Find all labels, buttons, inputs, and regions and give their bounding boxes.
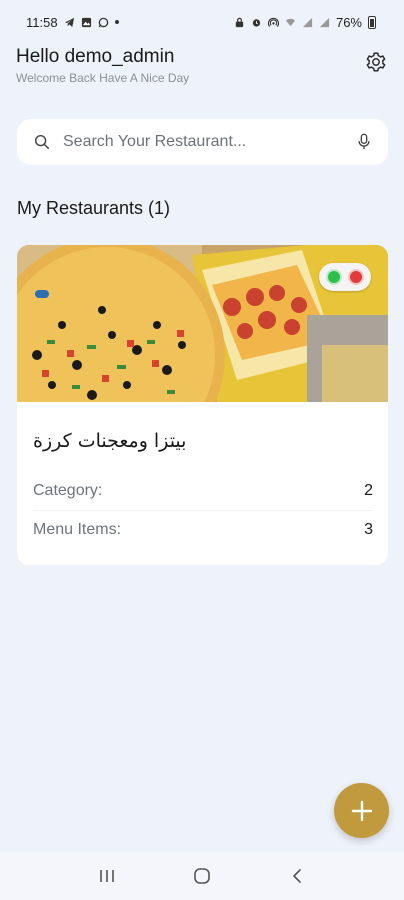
recents-button[interactable] [87,861,127,891]
divider [33,510,373,511]
notification-dot-icon [114,20,119,24]
home-icon [194,868,210,884]
restaurant-card[interactable]: بيتزا ومعجنات كرزة Category: 2 Menu Item… [17,245,388,565]
category-value: 2 [364,482,373,499]
alarm-icon [252,18,261,27]
back-button[interactable] [277,861,317,891]
back-icon [292,869,301,883]
active-dot-icon [326,269,342,285]
gear-icon [366,52,386,72]
recents-icon [100,870,115,882]
lock-icon [235,17,244,27]
hotspot-icon [267,17,279,27]
category-row: Category: 2 [33,482,373,500]
inactive-dot-icon [348,269,364,285]
telegram-icon [64,17,74,27]
status-time: 11:58 [26,14,58,30]
search-icon [34,134,50,150]
wifi-icon [285,18,296,26]
status-left: 11:58 [26,15,119,30]
battery-percent: 76% [335,14,362,30]
greeting-title: Hello demo_admin [16,46,175,67]
gallery-icon [81,17,91,27]
category-label: Category: [33,482,103,499]
search-bar[interactable] [17,119,388,165]
whatsapp-icon [98,17,108,27]
greeting-subtitle: Welcome Back Have A Nice Day [16,71,190,85]
system-nav-bar [0,852,404,900]
settings-button[interactable] [364,50,388,74]
section-title: My Restaurants (1) [17,198,171,218]
restaurant-name: بيتزا ومعجنات كرزة [33,430,372,452]
plus-icon [351,800,372,821]
add-restaurant-button[interactable] [334,783,389,838]
status-toggle[interactable] [319,263,371,291]
home-button[interactable] [182,861,222,891]
search-input[interactable] [63,133,356,151]
menu-items-label: Menu Items: [33,521,122,538]
menu-items-row: Menu Items: 3 [33,521,373,539]
status-bar: 11:58 76% [0,0,404,44]
restaurant-name-text: بيتزا ومعجنات كرزة [33,430,187,452]
signal-2-icon [319,17,330,27]
signal-icon [302,17,313,27]
header: Hello demo_admin Welcome Back Have A Nic… [16,46,388,92]
battery-icon [368,15,376,29]
mic-icon[interactable] [356,133,372,151]
menu-items-value: 3 [364,521,373,538]
status-right: 76% [234,15,376,30]
